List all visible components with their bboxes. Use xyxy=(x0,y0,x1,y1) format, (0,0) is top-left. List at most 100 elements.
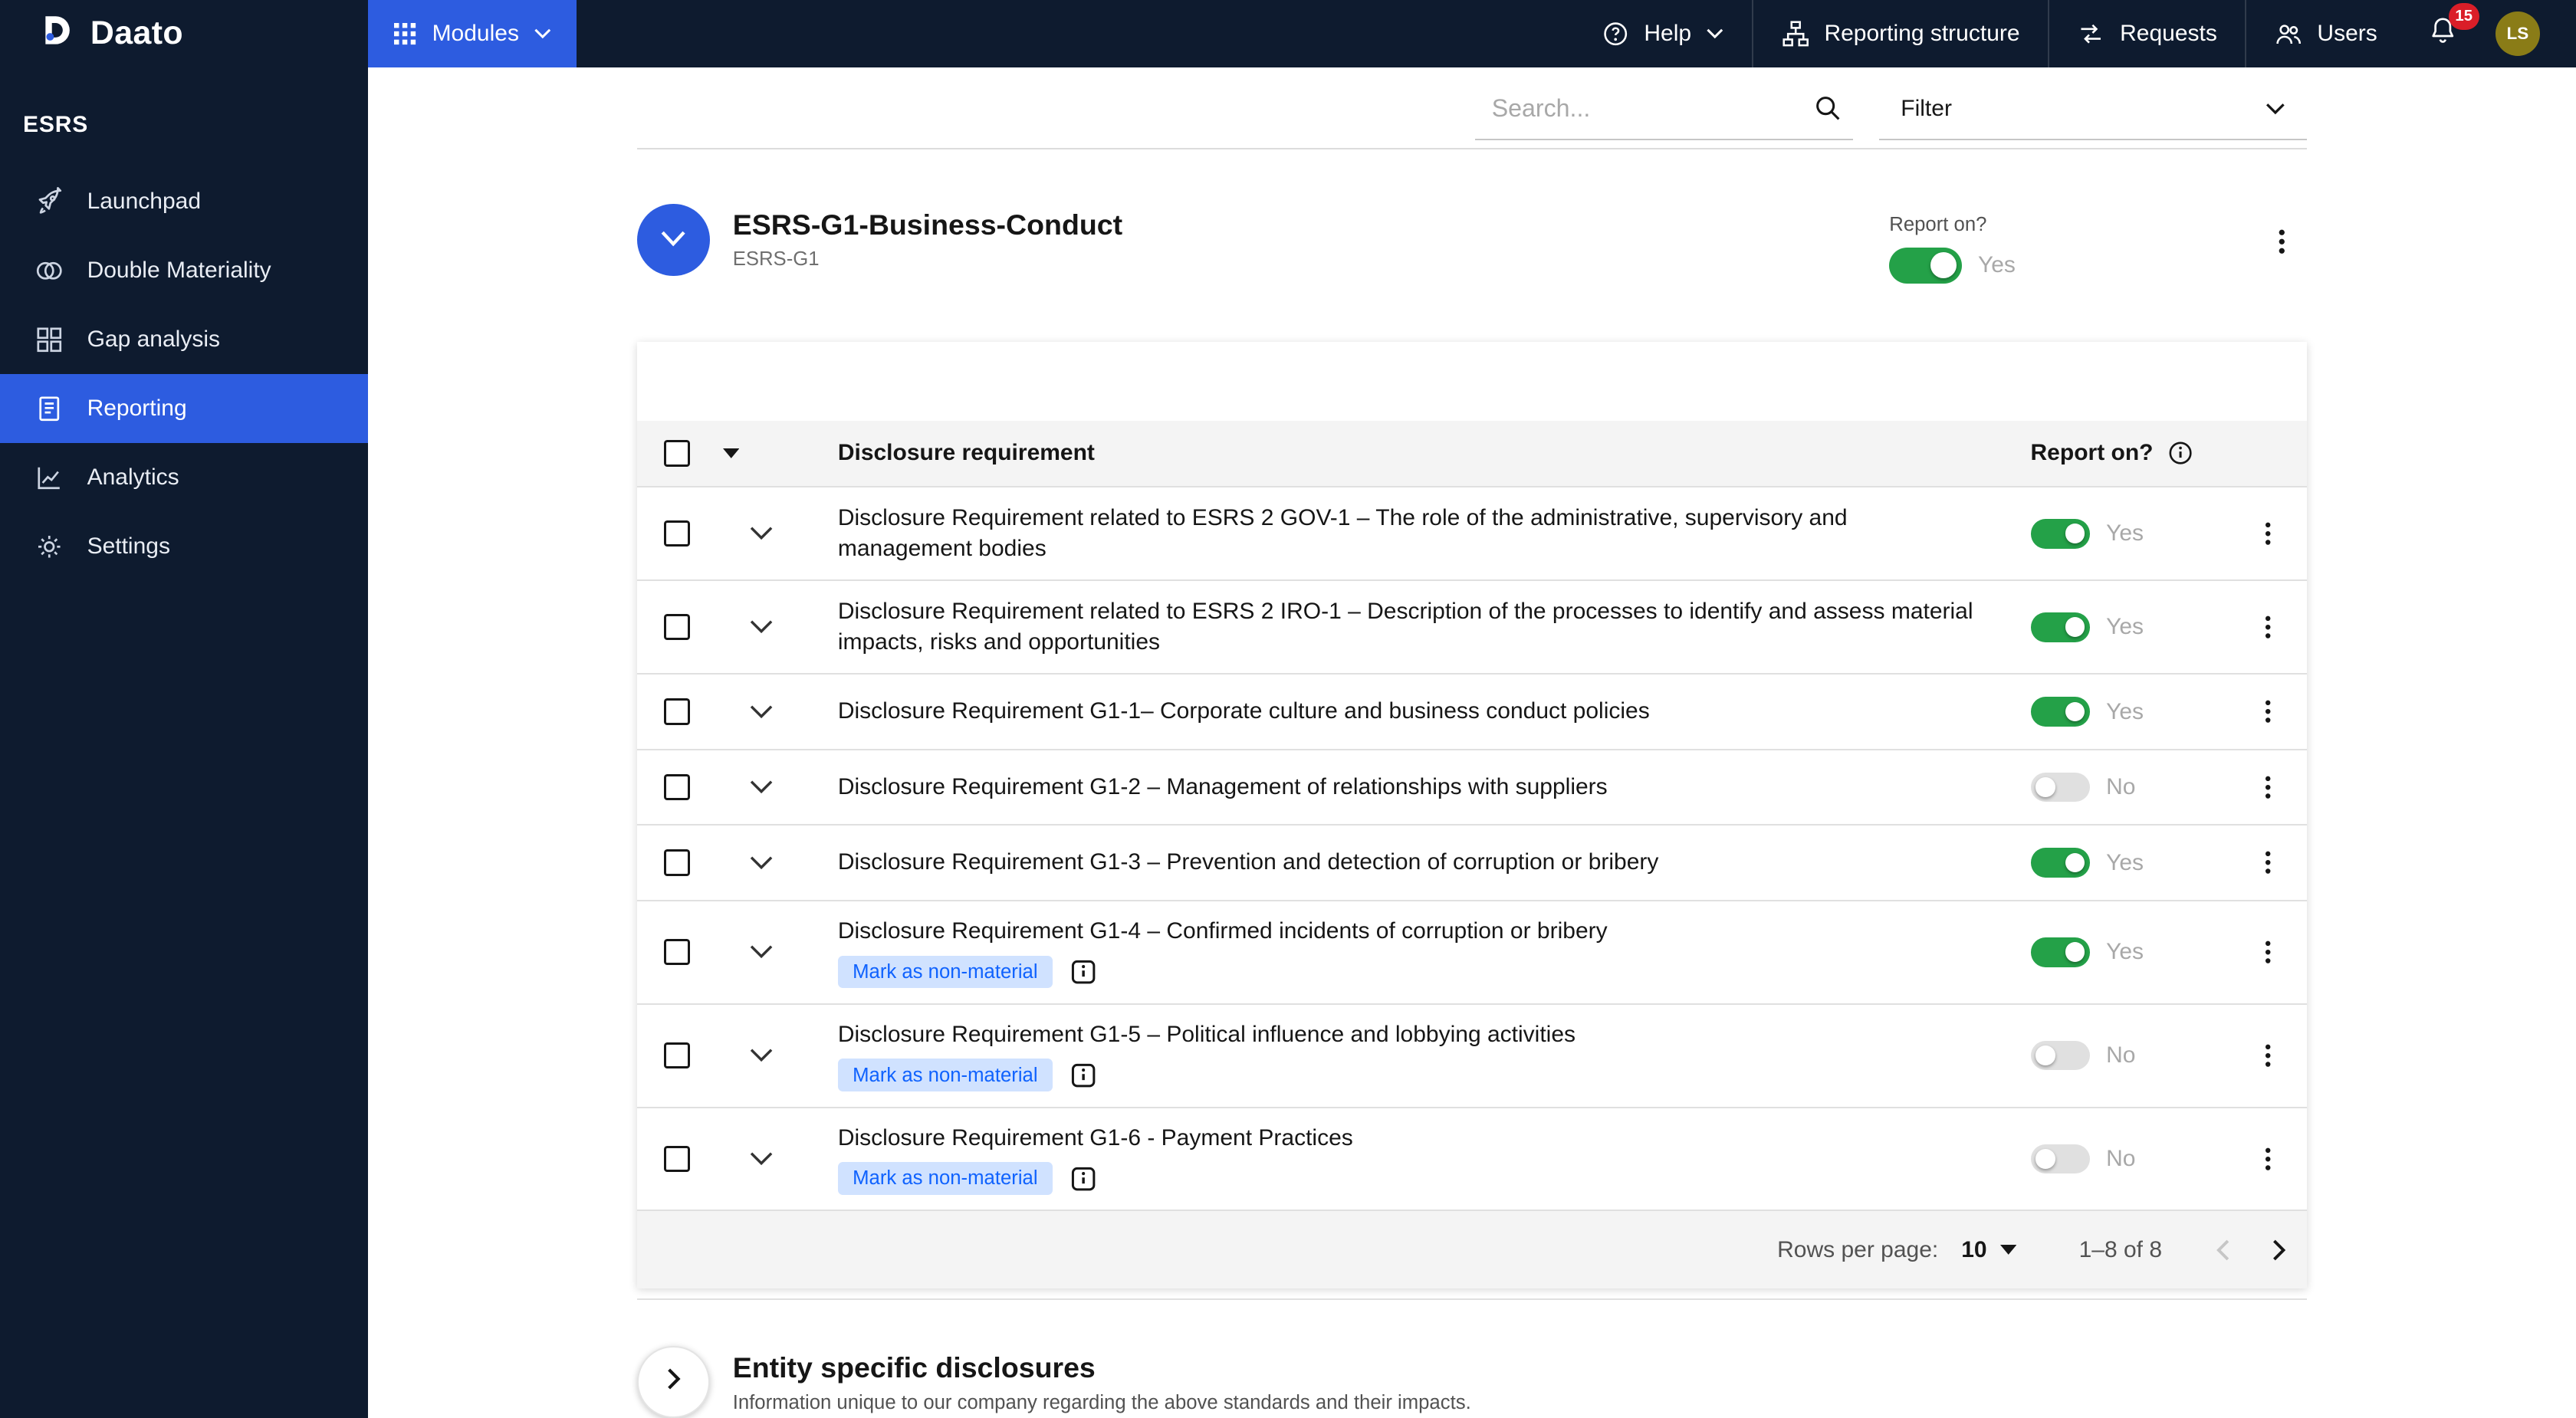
table-row: Disclosure Requirement related to ESRS 2… xyxy=(637,579,2307,673)
row-kebab-menu[interactable] xyxy=(2251,770,2285,805)
row-kebab-menu[interactable] xyxy=(2251,517,2285,551)
disclosure-requirement-text: Disclosure Requirement G1-2 – Management… xyxy=(837,773,1608,799)
user-avatar[interactable]: LS xyxy=(2496,11,2540,56)
search-icon[interactable] xyxy=(1814,94,1842,122)
rows-per-page-select[interactable]: 10 xyxy=(1961,1237,2017,1263)
expand-row-chevron-icon[interactable] xyxy=(749,848,774,878)
row-kebab-menu[interactable] xyxy=(2251,1141,2285,1176)
entity-specific-section: Entity specific disclosures Information … xyxy=(637,1346,2306,1418)
help-button[interactable]: Help xyxy=(1573,0,1752,67)
info-square-icon[interactable] xyxy=(1070,1062,1096,1088)
toolbar: Filter xyxy=(637,67,2307,149)
prev-page-button[interactable] xyxy=(2215,1239,2229,1262)
row-kebab-menu[interactable] xyxy=(2251,1039,2285,1073)
disclosure-requirement-text: Disclosure Requirement G1-5 – Political … xyxy=(837,1022,1576,1048)
sidebar-item-gap-analysis[interactable]: Gap analysis xyxy=(0,305,368,374)
modules-button[interactable]: Modules xyxy=(368,0,577,67)
grid-icon xyxy=(34,325,64,355)
standard-code: ESRS-G1 xyxy=(732,248,820,270)
expand-row-chevron-icon[interactable] xyxy=(749,1041,774,1071)
report-on-toggle[interactable] xyxy=(2030,848,2090,878)
row-checkbox[interactable] xyxy=(663,773,690,801)
sidebar-item-launchpad[interactable]: Launchpad xyxy=(0,167,368,236)
row-checkbox[interactable] xyxy=(663,1042,690,1069)
row-checkbox[interactable] xyxy=(663,1145,690,1173)
row-checkbox[interactable] xyxy=(663,698,690,725)
mark-non-material-chip[interactable]: Mark as non-material xyxy=(837,1162,1053,1196)
table-row: Disclosure Requirement related to ESRS 2… xyxy=(637,486,2307,579)
disclosure-requirement-text: Disclosure Requirement G1-4 – Confirmed … xyxy=(837,918,1608,944)
row-kebab-menu[interactable] xyxy=(2251,610,2285,645)
report-on-toggle[interactable] xyxy=(2030,772,2090,803)
expand-row-chevron-icon[interactable] xyxy=(749,937,774,967)
standard-kebab-menu[interactable] xyxy=(2264,223,2300,266)
search-box[interactable] xyxy=(1475,77,1854,141)
notifications-button[interactable]: 15 xyxy=(2405,0,2481,67)
sidebar-item-reporting[interactable]: Reporting xyxy=(0,374,368,444)
info-square-icon[interactable] xyxy=(1070,1166,1096,1192)
search-input[interactable] xyxy=(1491,94,1814,123)
select-menu-caret-icon[interactable] xyxy=(722,448,740,458)
expand-entity-button[interactable] xyxy=(637,1346,710,1418)
modules-label: Modules xyxy=(432,20,519,46)
topbar-item-reporting-structure[interactable]: Reporting structure xyxy=(1752,0,2048,67)
row-kebab-menu[interactable] xyxy=(2251,845,2285,880)
expand-row-chevron-icon[interactable] xyxy=(749,773,774,803)
row-checkbox[interactable] xyxy=(663,520,690,547)
report-on-toggle[interactable] xyxy=(2030,697,2090,727)
table-row: Disclosure Requirement G1-6 - Payment Pr… xyxy=(637,1106,2307,1210)
topbar-item-users[interactable]: Users xyxy=(2245,0,2405,67)
row-checkbox[interactable] xyxy=(663,614,690,641)
row-kebab-menu[interactable] xyxy=(2251,935,2285,970)
select-all-checkbox[interactable] xyxy=(663,440,690,467)
next-page-button[interactable] xyxy=(2272,1239,2287,1262)
collapse-standard-button[interactable] xyxy=(637,203,710,276)
sidebar-nav: Launchpad Double Materiality Gap analysi… xyxy=(0,167,368,581)
standard-header: ESRS-G1-Business-Conduct ESRS-G1 Report … xyxy=(637,149,2306,284)
standard-report-toggle[interactable] xyxy=(1889,247,1962,284)
app: Daato Modules Help Reporting structure R xyxy=(0,0,2576,1418)
column-header-report-on: Report on? xyxy=(2030,440,2154,466)
chevron-down-icon xyxy=(1706,28,1724,39)
disclosure-requirement-text: Disclosure Requirement related to ESRS 2… xyxy=(837,504,1848,562)
pagination: Rows per page: 10 1–8 of 8 xyxy=(637,1210,2307,1289)
sidebar-item-double-materiality[interactable]: Double Materiality xyxy=(0,236,368,305)
help-icon xyxy=(1602,20,1629,48)
toggle-state-label: Yes xyxy=(2106,939,2144,965)
table-body: Disclosure Requirement related to ESRS 2… xyxy=(637,486,2307,1210)
expand-row-chevron-icon[interactable] xyxy=(749,612,774,642)
entity-subtitle: Information unique to our company regard… xyxy=(732,1392,1471,1414)
report-on-toggle[interactable] xyxy=(2030,518,2090,549)
topbar-nav: Reporting structure Requests Users xyxy=(1752,0,2405,67)
expand-row-chevron-icon[interactable] xyxy=(749,697,774,727)
report-on-toggle[interactable] xyxy=(2030,1040,2090,1071)
sidebar-item-settings[interactable]: Settings xyxy=(0,512,368,581)
info-icon[interactable] xyxy=(2168,441,2193,465)
brand-name: Daato xyxy=(90,15,184,52)
help-label: Help xyxy=(1644,20,1692,46)
sidebar-item-analytics[interactable]: Analytics xyxy=(0,443,368,512)
report-on-toggle[interactable] xyxy=(2030,1144,2090,1174)
disclosure-requirement-text: Disclosure Requirement G1-6 - Payment Pr… xyxy=(837,1124,1353,1150)
mark-non-material-chip[interactable]: Mark as non-material xyxy=(837,955,1053,989)
toggle-state-label: Yes xyxy=(2106,849,2144,875)
report-on-toggle[interactable] xyxy=(2030,937,2090,967)
expand-row-chevron-icon[interactable] xyxy=(749,1144,774,1173)
row-checkbox[interactable] xyxy=(663,849,690,876)
filter-dropdown[interactable]: Filter xyxy=(1879,78,2307,141)
brand[interactable]: Daato xyxy=(0,0,368,67)
gear-icon xyxy=(34,532,64,562)
column-header-disclosure: Disclosure requirement xyxy=(837,440,1095,466)
chevron-down-icon xyxy=(660,225,686,254)
report-on-label: Report on? xyxy=(1889,213,1987,235)
row-kebab-menu[interactable] xyxy=(2251,694,2285,729)
modules-grid-icon xyxy=(393,21,417,46)
standard-title: ESRS-G1-Business-Conduct xyxy=(732,208,1123,241)
topbar-item-requests[interactable]: Requests xyxy=(2047,0,2245,67)
info-square-icon[interactable] xyxy=(1070,959,1096,985)
row-checkbox[interactable] xyxy=(663,939,690,966)
expand-row-chevron-icon[interactable] xyxy=(749,519,774,549)
toggle-state-label: Yes xyxy=(2106,698,2144,724)
mark-non-material-chip[interactable]: Mark as non-material xyxy=(837,1059,1053,1092)
report-on-toggle[interactable] xyxy=(2030,612,2090,642)
